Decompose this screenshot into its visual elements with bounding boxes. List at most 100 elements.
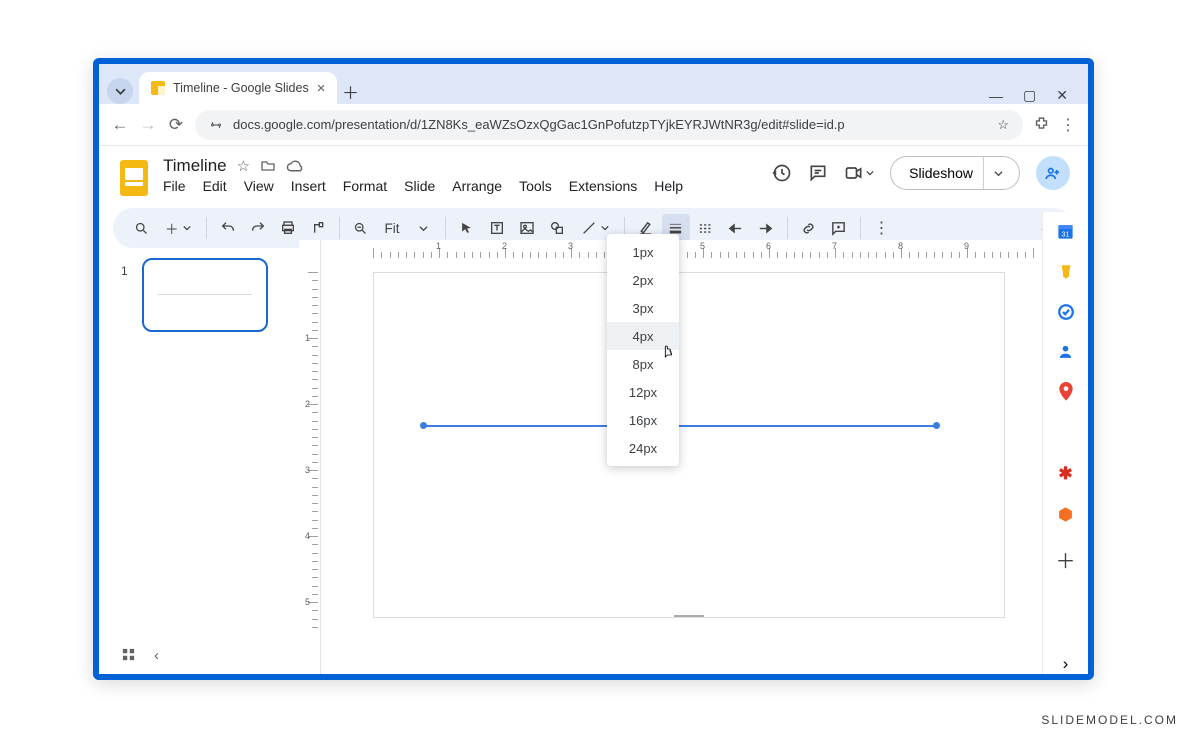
- window-maximize-button[interactable]: ▢: [1023, 87, 1036, 104]
- window-controls: — ▢ ✕: [989, 87, 1080, 104]
- grid-view-button[interactable]: [121, 647, 136, 664]
- tab-close-button[interactable]: ×: [317, 81, 326, 96]
- reload-button[interactable]: ⟳: [167, 115, 185, 135]
- calendar-icon[interactable]: 31: [1056, 222, 1075, 241]
- app-header: Timeline ☆ File Edit View Insert Format …: [99, 146, 1088, 202]
- slide-thumbnail-1[interactable]: [142, 258, 268, 332]
- back-button[interactable]: ←: [111, 115, 129, 135]
- browser-menu-icon[interactable]: ⋮: [1060, 115, 1076, 135]
- line-weight-option-4px[interactable]: 4px: [607, 322, 679, 350]
- slides-logo[interactable]: [117, 156, 151, 200]
- meet-icon[interactable]: [844, 163, 874, 183]
- browser-window: Timeline - Google Slides × ＋ — ▢ ✕ ← → ⟳…: [93, 58, 1094, 680]
- search-menus-button[interactable]: [127, 214, 155, 242]
- undo-button[interactable]: [214, 214, 242, 242]
- menu-file[interactable]: File: [163, 178, 186, 194]
- speaker-notes-handle[interactable]: [674, 615, 704, 619]
- watermark-text: SLIDEMODEL.COM: [1041, 713, 1178, 727]
- doc-title[interactable]: Timeline: [163, 156, 227, 176]
- line-weight-option-24px[interactable]: 24px: [607, 434, 679, 462]
- menu-edit[interactable]: Edit: [203, 178, 227, 194]
- line-weight-option-8px[interactable]: 8px: [607, 350, 679, 378]
- keep-icon[interactable]: [1057, 263, 1075, 281]
- menu-view[interactable]: View: [244, 178, 274, 194]
- slides-favicon: [151, 81, 165, 95]
- slide-number: 1: [121, 264, 128, 278]
- line-handle-right[interactable]: [933, 422, 940, 429]
- browser-tab[interactable]: Timeline - Google Slides ×: [139, 72, 337, 104]
- cloud-status-icon[interactable]: [286, 158, 303, 175]
- share-button[interactable]: [1036, 156, 1070, 190]
- menu-extensions[interactable]: Extensions: [569, 178, 637, 194]
- line-weight-option-3px[interactable]: 3px: [607, 294, 679, 322]
- slideshow-dropdown[interactable]: [983, 157, 1013, 189]
- line-weight-option-12px[interactable]: 12px: [607, 378, 679, 406]
- vertical-ruler: 12345: [299, 240, 321, 674]
- move-icon[interactable]: [260, 158, 276, 174]
- star-icon[interactable]: ☆: [237, 157, 250, 175]
- menu-slide[interactable]: Slide: [404, 178, 435, 194]
- image-button[interactable]: [513, 214, 541, 242]
- textbox-button[interactable]: [483, 214, 511, 242]
- line-handle-left[interactable]: [420, 422, 427, 429]
- canvas-area: 123456789: [321, 240, 1088, 674]
- more-tools-button[interactable]: ⋮: [868, 214, 896, 242]
- slideshow-button[interactable]: Slideshow: [890, 156, 1020, 190]
- tab-strip: Timeline - Google Slides × ＋ — ▢ ✕: [99, 64, 1088, 104]
- svg-text:31: 31: [1062, 230, 1070, 238]
- hide-sidepanel-button[interactable]: ›: [1063, 654, 1069, 674]
- line-weight-option-2px[interactable]: 2px: [607, 266, 679, 294]
- addon-1-icon[interactable]: ✱: [1058, 464, 1072, 484]
- forward-button[interactable]: →: [139, 115, 157, 135]
- contacts-icon[interactable]: [1057, 343, 1074, 360]
- workspace: 1 ‹ 12345 123456789: [99, 240, 1088, 674]
- history-icon[interactable]: [772, 163, 792, 183]
- redo-button[interactable]: [244, 214, 272, 242]
- zoom-level[interactable]: Fit: [377, 214, 408, 242]
- new-slide-button[interactable]: ＋: [157, 214, 199, 242]
- thumbnail-panel: 1 ‹: [99, 240, 299, 674]
- bookmark-star-icon[interactable]: ☆: [997, 117, 1009, 133]
- address-bar[interactable]: docs.google.com/presentation/d/1ZN8Ks_ea…: [195, 110, 1023, 140]
- menu-insert[interactable]: Insert: [291, 178, 326, 194]
- site-info-icon[interactable]: [209, 118, 223, 132]
- comments-icon[interactable]: [808, 163, 828, 183]
- menu-tools[interactable]: Tools: [519, 178, 552, 194]
- line-shape[interactable]: [423, 425, 936, 427]
- paint-format-button[interactable]: [304, 214, 332, 242]
- menu-arrange[interactable]: Arrange: [452, 178, 502, 194]
- select-tool-button[interactable]: [453, 214, 481, 242]
- zoom-label: Fit: [385, 221, 400, 236]
- slide-canvas[interactable]: [373, 272, 1005, 618]
- prev-slide-button[interactable]: ‹: [154, 647, 159, 664]
- line-weight-menu: 1px2px3px4px8px12px16px24px: [607, 234, 679, 466]
- side-panel: 31 ✱ ＋ ›: [1042, 212, 1088, 674]
- extensions-icon[interactable]: [1033, 116, 1050, 133]
- zoom-out-button[interactable]: [347, 214, 375, 242]
- new-tab-button[interactable]: ＋: [337, 78, 363, 104]
- zoom-dropdown[interactable]: [410, 214, 438, 242]
- line-weight-option-16px[interactable]: 16px: [607, 406, 679, 434]
- shape-button[interactable]: [543, 214, 571, 242]
- line-end-button[interactable]: [752, 214, 780, 242]
- line-dash-button[interactable]: [692, 214, 720, 242]
- maps-icon[interactable]: [1058, 382, 1074, 402]
- menu-bar: File Edit View Insert Format Slide Arran…: [163, 178, 683, 194]
- omnibar: ← → ⟳ docs.google.com/presentation/d/1ZN…: [99, 104, 1088, 146]
- line-weight-option-1px[interactable]: 1px: [607, 238, 679, 266]
- tasks-icon[interactable]: [1057, 303, 1075, 321]
- window-close-button[interactable]: ✕: [1056, 87, 1068, 104]
- insert-link-button[interactable]: [795, 214, 823, 242]
- slideshow-label: Slideshow: [909, 165, 973, 181]
- addon-2-icon[interactable]: [1057, 506, 1074, 523]
- print-button[interactable]: [274, 214, 302, 242]
- get-addons-button[interactable]: ＋: [1056, 545, 1076, 574]
- line-start-button[interactable]: [722, 214, 750, 242]
- menu-help[interactable]: Help: [654, 178, 683, 194]
- window-minimize-button[interactable]: —: [989, 88, 1003, 104]
- horizontal-ruler: 123456789: [321, 240, 1042, 260]
- menu-format[interactable]: Format: [343, 178, 387, 194]
- insert-comment-button[interactable]: [825, 214, 853, 242]
- url-text: docs.google.com/presentation/d/1ZN8Ks_ea…: [233, 117, 845, 132]
- tab-search-button[interactable]: [107, 78, 133, 104]
